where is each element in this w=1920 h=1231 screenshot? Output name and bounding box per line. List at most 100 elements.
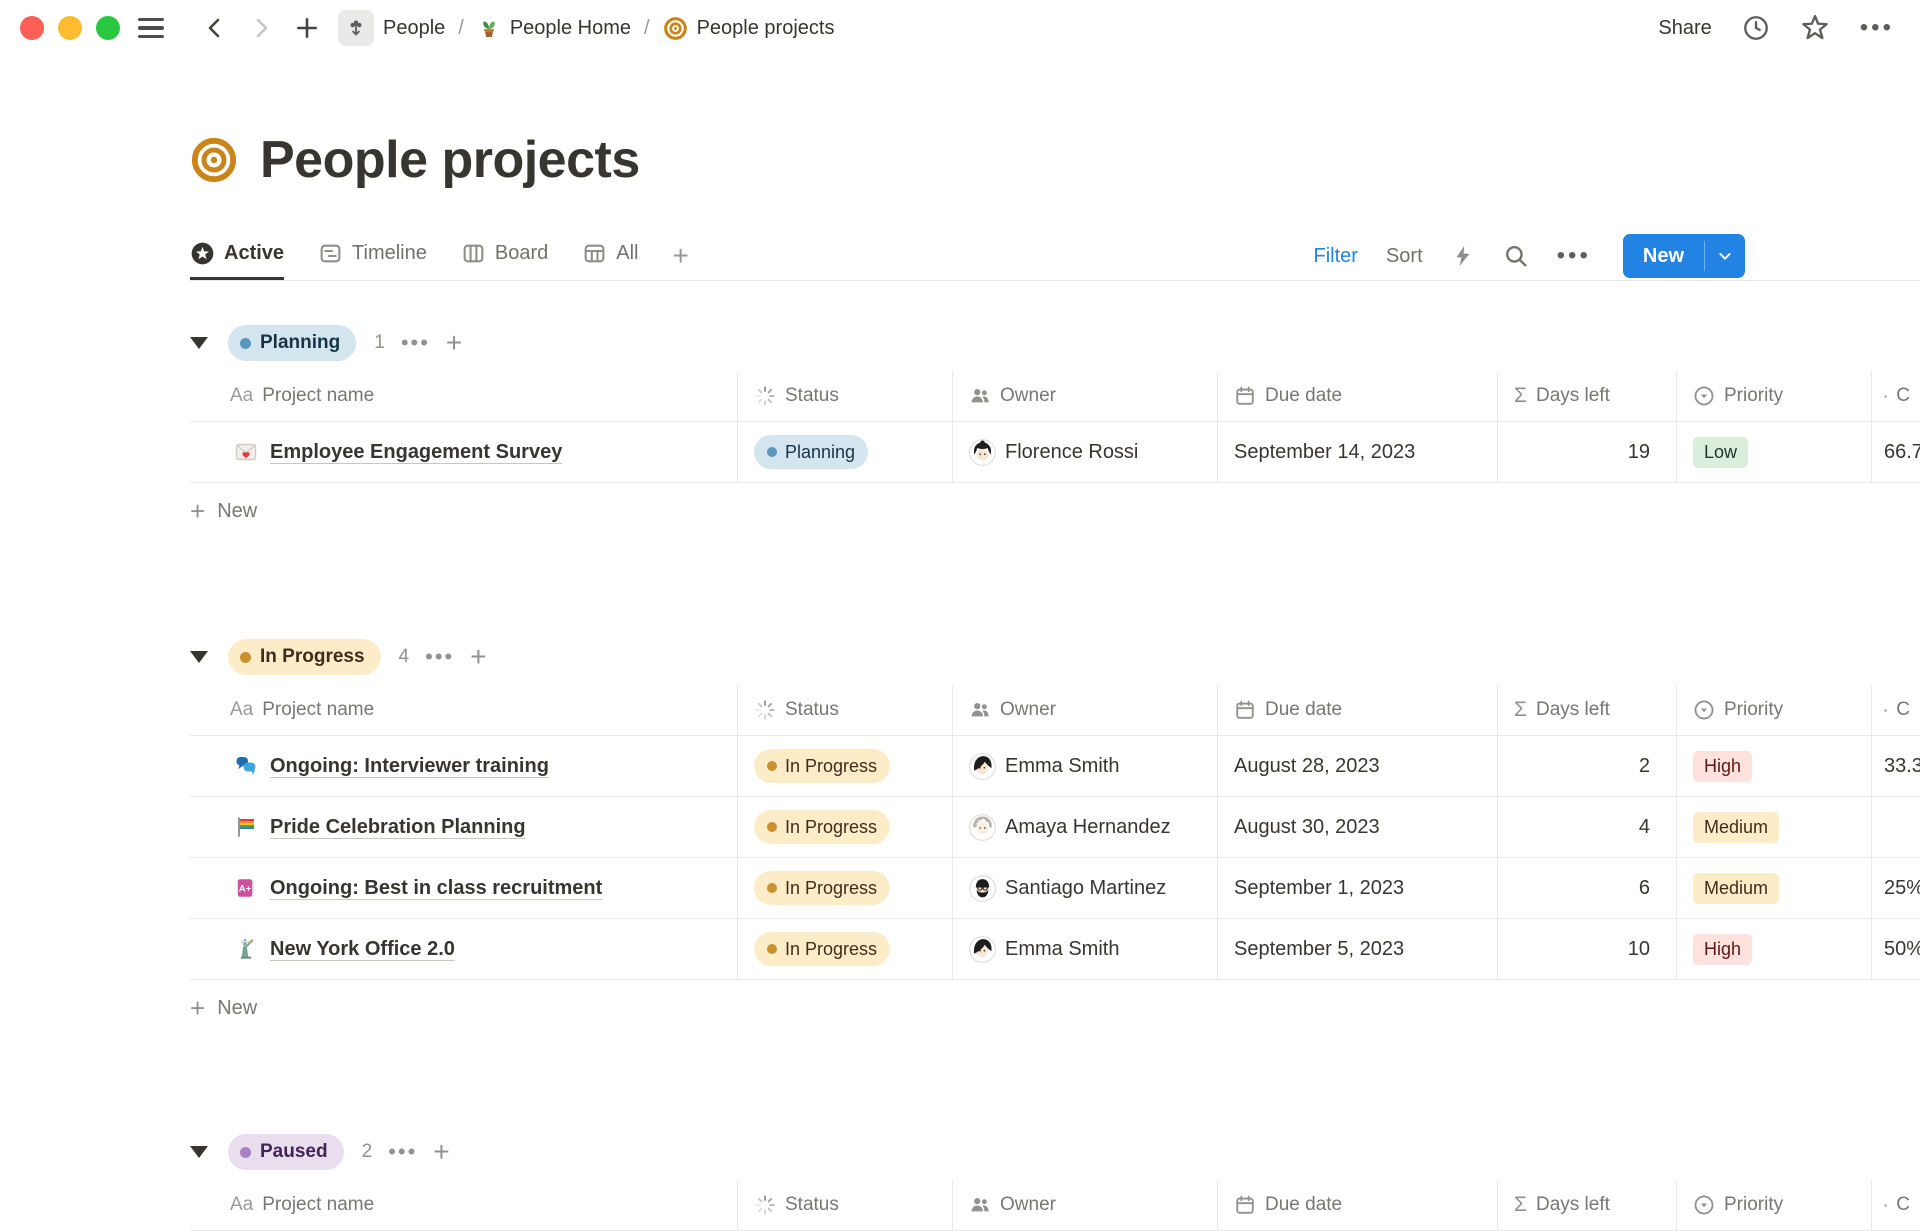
project-name-cell[interactable]: Pride Celebration Planning [190,797,738,857]
column-header-days-left[interactable]: Σ Days left [1498,685,1677,735]
group-add-button[interactable]: + [446,329,462,357]
status-cell[interactable]: In Progress [738,919,953,979]
new-split-button[interactable]: New [1623,234,1745,278]
group-options-button[interactable]: ••• [388,1141,417,1163]
table-row[interactable]: Ongoing: Interviewer training In Progres… [190,736,1920,797]
column-header-project-name[interactable]: Aa Project name [190,371,738,421]
status-cell[interactable]: Planning [738,422,953,482]
project-name-cell[interactable]: A+ Ongoing: Best in class recruitment [190,858,738,918]
priority-cell[interactable]: High [1677,919,1872,979]
column-header-owner[interactable]: Owner [953,1180,1218,1230]
project-name-link[interactable]: Ongoing: Best in class recruitment [270,877,602,900]
new-dropdown-button[interactable] [1705,234,1745,278]
tab-active[interactable]: Active [190,232,284,280]
add-view-button[interactable]: + [672,232,688,280]
project-name-link[interactable]: Employee Engagement Survey [270,441,562,464]
tab-timeline[interactable]: Timeline [318,232,427,280]
sidebar-toggle-icon[interactable] [138,18,164,38]
owner-cell[interactable]: Emma Smith [953,736,1218,796]
back-button[interactable] [200,13,230,43]
close-window-button[interactable] [20,16,44,40]
view-options-button[interactable]: ••• [1557,244,1591,268]
share-button[interactable]: Share [1658,17,1711,40]
column-header-due-date[interactable]: Due date [1218,1180,1498,1230]
group-status-pill[interactable]: Paused [228,1134,344,1170]
table-row[interactable]: Pride Celebration Planning In Progress A… [190,797,1920,858]
project-name-link[interactable]: Ongoing: Interviewer training [270,755,549,778]
project-name-cell[interactable]: Employee Engagement Survey [190,422,738,482]
due-date-cell[interactable]: September 1, 2023 [1218,858,1498,918]
automation-button[interactable] [1451,244,1475,268]
new-button[interactable]: New [1623,234,1704,278]
plus-icon: + [190,498,205,524]
column-header-completion[interactable]: C [1872,685,1920,735]
minimize-window-button[interactable] [58,16,82,40]
favorite-star-button[interactable] [1800,13,1830,43]
priority-cell[interactable]: High [1677,736,1872,796]
sort-button[interactable]: Sort [1386,245,1423,268]
updates-clock-button[interactable] [1742,14,1770,42]
owner-cell[interactable]: Emma Smith [953,919,1218,979]
group-status-pill[interactable]: In Progress [228,639,381,675]
column-header-project-name[interactable]: Aa Project name [190,1180,738,1230]
status-cell[interactable]: In Progress [738,858,953,918]
status-cell[interactable]: In Progress [738,797,953,857]
group-options-button[interactable]: ••• [425,646,454,668]
group-add-button[interactable]: + [470,643,486,671]
search-button[interactable] [1503,243,1529,269]
target-icon[interactable] [190,136,238,184]
group-options-button[interactable]: ••• [401,332,430,354]
due-date-cell[interactable]: August 28, 2023 [1218,736,1498,796]
column-header-days-left[interactable]: Σ Days left [1498,1180,1677,1230]
column-header-due-date[interactable]: Due date [1218,685,1498,735]
column-header-owner[interactable]: Owner [953,685,1218,735]
table-row[interactable]: A+ Ongoing: Best in class recruitment In… [190,858,1920,919]
breadcrumb-item-people-projects[interactable]: People projects [697,17,835,40]
column-header-days-left[interactable]: Σ Days left [1498,371,1677,421]
column-header-completion[interactable]: C [1872,371,1920,421]
filter-button[interactable]: Filter [1314,245,1358,268]
new-tab-button[interactable] [292,13,322,43]
new-item-row[interactable]: + New [190,483,1920,539]
group-add-button[interactable]: + [433,1138,449,1166]
owner-cell[interactable]: Santiago Martinez [953,858,1218,918]
column-header-completion[interactable]: C [1872,1180,1920,1230]
group-status-pill[interactable]: Planning [228,325,356,361]
column-header-owner[interactable]: Owner [953,371,1218,421]
collapse-triangle-icon[interactable] [190,651,208,663]
due-date-cell[interactable]: September 5, 2023 [1218,919,1498,979]
status-cell[interactable]: In Progress [738,736,953,796]
breadcrumb-item-people[interactable]: People [383,17,445,40]
project-name-link[interactable]: Pride Celebration Planning [270,816,526,839]
column-header-priority[interactable]: Priority [1677,371,1872,421]
column-header-status[interactable]: Status [738,371,953,421]
priority-cell[interactable]: Medium [1677,797,1872,857]
priority-cell[interactable]: Medium [1677,858,1872,918]
column-header-priority[interactable]: Priority [1677,1180,1872,1230]
due-date-cell[interactable]: August 30, 2023 [1218,797,1498,857]
teamspace-badge[interactable] [338,10,374,46]
tab-board[interactable]: Board [461,232,548,280]
column-header-due-date[interactable]: Due date [1218,371,1498,421]
forward-button[interactable] [246,13,276,43]
project-name-cell[interactable]: New York Office 2.0 [190,919,738,979]
tab-all[interactable]: All [582,232,638,280]
column-header-project-name[interactable]: Aa Project name [190,685,738,735]
owner-cell[interactable]: Amaya Hernandez [953,797,1218,857]
project-name-link[interactable]: New York Office 2.0 [270,938,455,961]
new-item-row[interactable]: + New [190,980,1920,1036]
project-name-cell[interactable]: Ongoing: Interviewer training [190,736,738,796]
zoom-window-button[interactable] [96,16,120,40]
owner-cell[interactable]: Florence Rossi [953,422,1218,482]
collapse-triangle-icon[interactable] [190,1146,208,1158]
breadcrumb-item-people-home[interactable]: People Home [510,17,631,40]
more-options-button[interactable]: ••• [1860,16,1894,40]
column-header-status[interactable]: Status [738,685,953,735]
priority-cell[interactable]: Low [1677,422,1872,482]
collapse-triangle-icon[interactable] [190,337,208,349]
column-header-priority[interactable]: Priority [1677,685,1872,735]
column-header-status[interactable]: Status [738,1180,953,1230]
due-date-cell[interactable]: September 14, 2023 [1218,422,1498,482]
table-row[interactable]: Employee Engagement Survey Planning Flor… [190,422,1920,483]
table-row[interactable]: New York Office 2.0 In Progress Emma Smi… [190,919,1920,980]
